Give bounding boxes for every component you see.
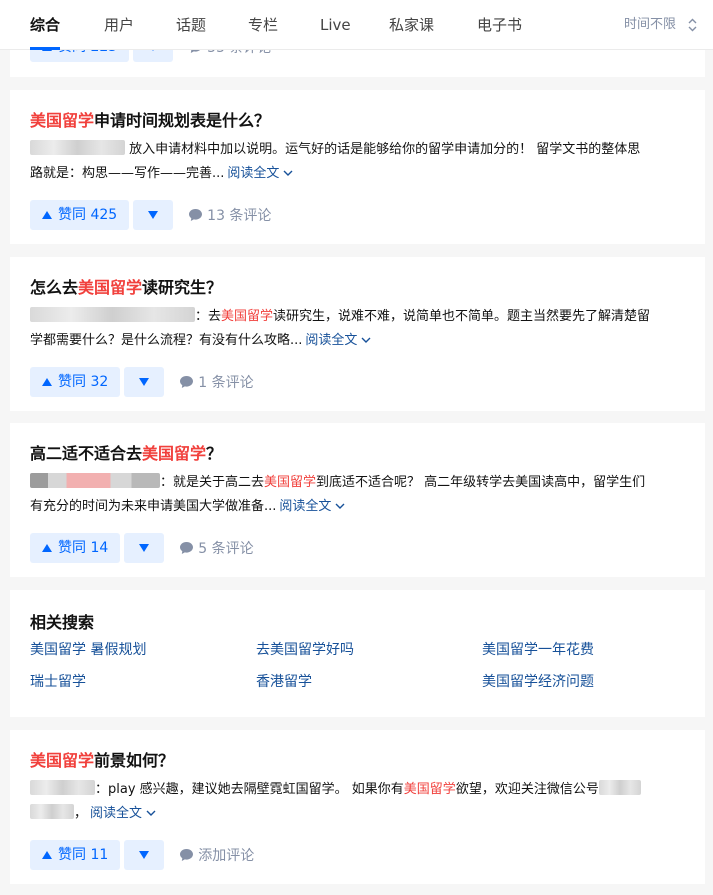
upvote-button[interactable]: 赞同 32	[30, 367, 121, 397]
related-search-link[interactable]: 瑞士留学	[30, 672, 86, 692]
chevron-down-icon	[283, 170, 293, 176]
result-title[interactable]: 高二适不适合去美国留学？	[30, 443, 685, 465]
downvote-icon	[139, 544, 150, 552]
comment-button[interactable]: 13 条评论	[189, 205, 271, 225]
comment-icon	[180, 849, 194, 861]
comment-label: 添加评论	[198, 848, 255, 864]
upvote-label: 赞同 11	[58, 847, 109, 863]
tab-ebooks[interactable]: 电子书	[477, 0, 522, 50]
tab-users[interactable]: 用户	[104, 0, 134, 50]
result-excerpt[interactable]: ：就是关于高二去美国留学到底适不适合呢？ 高二年级转学去美国读高中，留学生们 有…	[30, 471, 685, 519]
result-title[interactable]: 美国留学申请时间规划表是什么？	[30, 110, 685, 132]
related-searches-title: 相关搜索	[30, 613, 95, 632]
downvote-button[interactable]	[124, 840, 165, 870]
comment-icon	[180, 376, 194, 388]
comment-button[interactable]: 1 条评论	[180, 372, 254, 392]
comment-icon	[180, 542, 194, 554]
chevron-down-icon	[335, 503, 345, 509]
tab-topics[interactable]: 话题	[176, 0, 206, 50]
comment-icon	[189, 209, 203, 221]
upvote-icon	[42, 851, 52, 859]
downvote-icon	[139, 851, 150, 859]
search-result-card: 怎么去美国留学读研究生？ ：去美国留学读研究生，说难不难，说简单也不简单。题主当…	[10, 257, 705, 411]
read-more-link[interactable]: 阅读全文	[227, 166, 293, 181]
downvote-button[interactable]	[124, 367, 165, 397]
upvote-button[interactable]: 赞同 425	[30, 200, 130, 230]
related-search-link[interactable]: 香港留学	[256, 672, 312, 692]
upvote-label: 赞同 32	[58, 374, 109, 390]
blurred-account-name	[598, 780, 641, 795]
sort-arrows-icon	[688, 18, 697, 31]
comment-label: 13 条评论	[207, 208, 272, 224]
blurred-account-name	[30, 804, 74, 819]
search-result-card: 高二适不适合去美国留学？ ：就是关于高二去美国留学到底适不适合呢？ 高二年级转学…	[10, 423, 705, 577]
upvote-label: 赞同 425	[58, 207, 118, 223]
upvote-label: 赞同 14	[58, 540, 109, 556]
result-excerpt[interactable]: ：去美国留学读研究生，说难不难，说简单也不简单。题主当然要先了解清楚留 学都需要…	[30, 305, 685, 353]
comment-label: 5 条评论	[198, 541, 254, 557]
read-more-link[interactable]: 阅读全文	[305, 333, 371, 348]
add-comment-button[interactable]: 添加评论	[180, 845, 254, 865]
result-excerpt[interactable]: 放入申请材料中加以说明。运气好的话是能够给你的留学申请加分的！ 留学文书的整体思…	[30, 138, 685, 186]
downvote-button[interactable]	[124, 533, 165, 563]
time-filter-label: 时间不限	[623, 17, 676, 32]
result-title[interactable]: 怎么去美国留学读研究生？	[30, 277, 685, 299]
related-search-link[interactable]: 去美国留学好吗	[256, 640, 354, 660]
chevron-down-icon	[361, 337, 371, 343]
related-search-link[interactable]: 美国留学 暑假规划	[30, 640, 146, 660]
related-search-link[interactable]: 美国留学一年花费	[482, 640, 594, 660]
upvote-icon	[42, 211, 52, 219]
tab-columns[interactable]: 专栏	[248, 0, 278, 50]
search-result-card: 美国留学申请时间规划表是什么？ 放入申请材料中加以说明。运气好的话是能够给你的留…	[10, 90, 705, 244]
upvote-icon	[42, 378, 52, 386]
upvote-button[interactable]: 赞同 11	[30, 840, 121, 870]
downvote-button[interactable]	[133, 200, 174, 230]
chevron-down-icon	[146, 810, 156, 816]
result-excerpt[interactable]: ：play 感兴趣，建议她去隔壁霓虹国留学。 如果你有美国留学欲望，欢迎关注微信…	[30, 778, 685, 826]
related-searches-card: 相关搜索 美国留学 暑假规划 去美国留学好吗 美国留学一年花费 瑞士留学 香港留…	[10, 590, 705, 717]
upvote-button[interactable]: 赞同 14	[30, 533, 121, 563]
downvote-icon	[139, 378, 150, 386]
search-result-card: 美国留学前景如何？ ：play 感兴趣，建议她去隔壁霓虹国留学。 如果你有美国留…	[10, 730, 705, 884]
blurred-author-name	[30, 780, 95, 795]
comment-label: 1 条评论	[198, 375, 254, 391]
related-search-link[interactable]: 美国留学经济问题	[482, 672, 594, 692]
tab-live[interactable]: Live	[320, 0, 351, 50]
read-more-link[interactable]: 阅读全文	[90, 806, 156, 821]
blurred-author-name	[30, 307, 195, 322]
time-filter-dropdown[interactable]: 时间不限	[624, 0, 697, 50]
blurred-author-name	[30, 140, 125, 155]
tab-general[interactable]: 综合	[30, 0, 61, 50]
comment-button[interactable]: 5 条评论	[180, 538, 254, 558]
read-more-link[interactable]: 阅读全文	[279, 499, 345, 514]
result-title[interactable]: 美国留学前景如何？	[30, 750, 685, 772]
upvote-icon	[42, 544, 52, 552]
blurred-author-name	[30, 473, 160, 488]
search-type-tabs: 综合 用户 话题 专栏 Live 私家课 电子书 时间不限	[0, 0, 713, 50]
tab-private-courses[interactable]: 私家课	[389, 0, 434, 50]
downvote-icon	[148, 211, 159, 219]
